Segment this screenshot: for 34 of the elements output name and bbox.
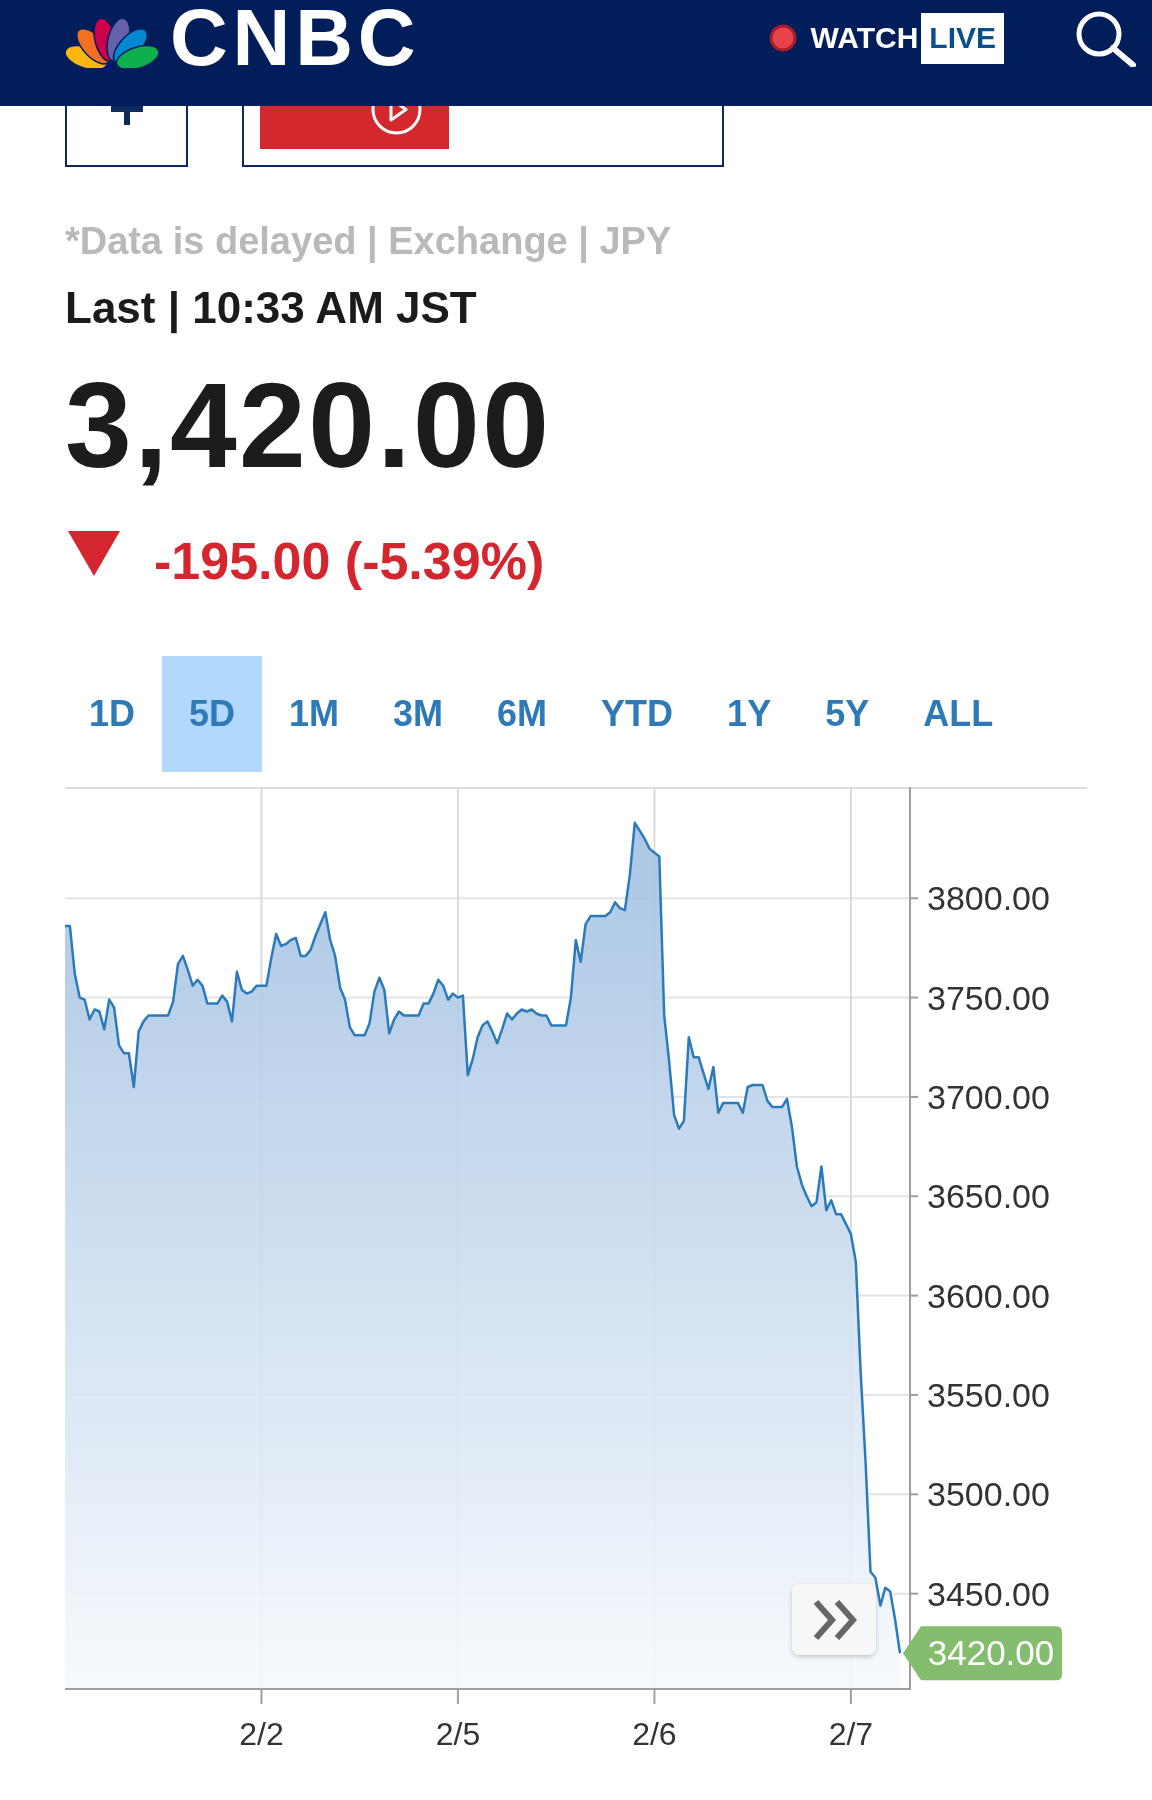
range-tab[interactable]: 1Y — [700, 656, 799, 772]
search-button[interactable] — [1074, 9, 1136, 67]
play-button[interactable] — [260, 106, 449, 149]
range-tab[interactable]: 5Y — [798, 656, 897, 772]
logo-wordmark[interactable]: CNBC — [170, 0, 421, 78]
last-price-tag: 3420.00 — [903, 1626, 1062, 1681]
y-axis-label: 3500.00 — [927, 1475, 1050, 1514]
y-axis-label: 3650.00 — [927, 1177, 1050, 1216]
x-axis-label: 2/5 — [435, 1716, 481, 1752]
range-tab[interactable]: 5D — [162, 656, 263, 772]
range-tab[interactable]: 6M — [470, 656, 575, 772]
last-price: 3,420.00 — [65, 365, 553, 485]
y-axis-label: 3600.00 — [927, 1276, 1050, 1315]
y-axis-label: 3450.00 — [927, 1574, 1050, 1613]
x-axis-label: 2/2 — [239, 1716, 284, 1752]
y-axis-label: 3750.00 — [927, 978, 1050, 1017]
range-tab[interactable]: 1M — [262, 656, 367, 772]
live-badge: LIVE — [921, 12, 1004, 64]
y-axis-label: 3700.00 — [927, 1077, 1050, 1116]
range-tab[interactable]: YTD — [574, 656, 701, 772]
y-axis-label: 3800.00 — [927, 879, 1050, 918]
watch-live-link[interactable]: WATCH LIVE — [768, 12, 1004, 64]
show-card[interactable] — [242, 106, 724, 167]
scroll-right-button[interactable] — [792, 1584, 876, 1655]
live-dot-icon — [768, 24, 797, 52]
add-button[interactable] — [65, 106, 188, 167]
range-tab[interactable]: 3M — [366, 656, 471, 772]
range-tab[interactable]: 1D — [62, 656, 163, 772]
x-axis-label: 2/6 — [632, 1716, 677, 1752]
double-chevron-icon — [813, 1599, 857, 1641]
search-icon — [1074, 9, 1136, 67]
y-axis-label: 3550.00 — [927, 1375, 1050, 1414]
x-axis-label: 2/7 — [828, 1716, 874, 1752]
range-tab[interactable]: ALL — [896, 656, 1021, 772]
